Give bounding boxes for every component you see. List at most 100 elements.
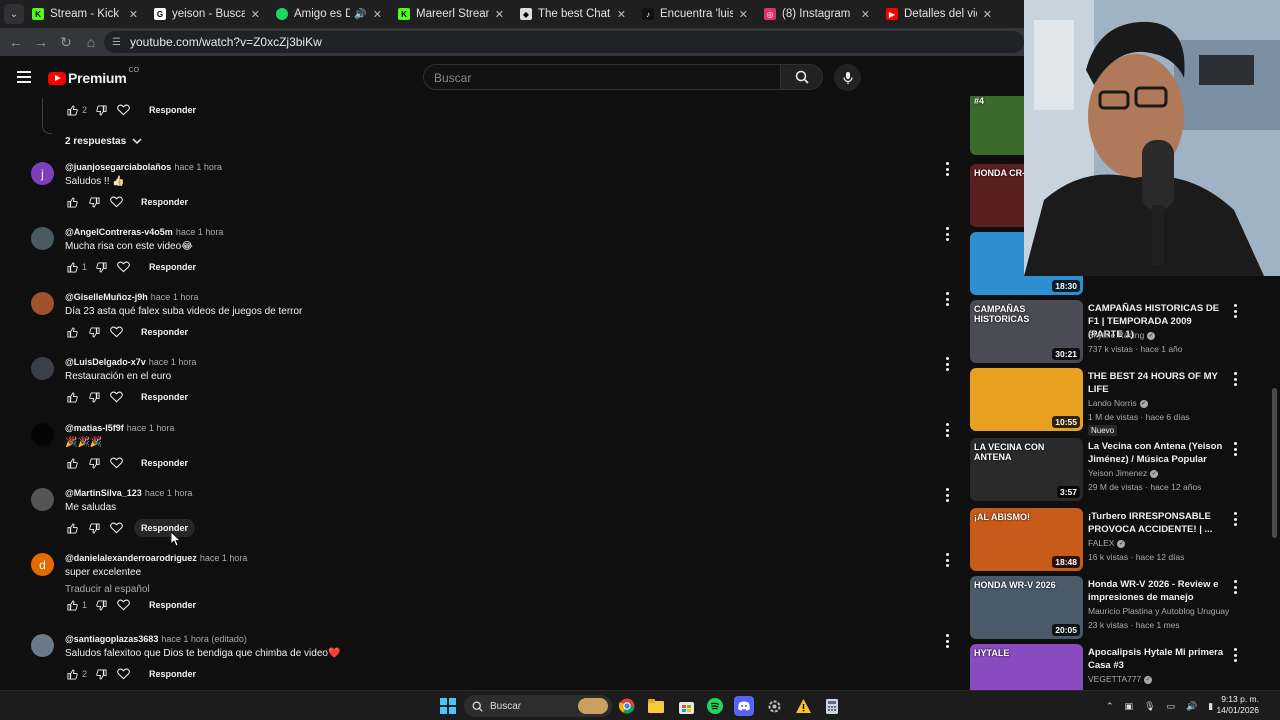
windows-start-icon[interactable]: [438, 696, 458, 716]
comment-time[interactable]: hace 1 hora: [149, 357, 197, 367]
browser-tab[interactable]: Gyeison - Buscar con G ✕: [146, 0, 268, 28]
spotify-icon[interactable]: [705, 696, 725, 716]
comment-time[interactable]: hace 1 hora: [145, 488, 193, 498]
dislike-icon[interactable]: [94, 667, 108, 681]
video-thumbnail[interactable]: HYTALE: [970, 644, 1083, 690]
more-options-icon[interactable]: [944, 553, 950, 567]
recommended-video[interactable]: HONDA WR-V 2026 20:05 Honda WR-V 2026 - Re…: [970, 576, 1260, 640]
avatar[interactable]: [31, 292, 54, 315]
more-options-icon[interactable]: [1232, 372, 1238, 386]
reload-icon[interactable]: ↻: [54, 30, 78, 54]
like-icon[interactable]: [65, 521, 79, 535]
more-options-icon[interactable]: [1232, 648, 1238, 662]
more-options-icon[interactable]: [944, 227, 950, 241]
heart-icon[interactable]: [109, 325, 123, 339]
avatar[interactable]: d: [31, 553, 54, 576]
address-bar[interactable]: ☰ youtube.com/watch?v=Z0xcZj3biKw: [104, 31, 1024, 53]
warning-app-icon[interactable]: [793, 696, 813, 716]
avatar[interactable]: [31, 357, 54, 380]
browser-tab[interactable]: K Stream - Kick Dashbo ✕: [24, 0, 146, 28]
more-options-icon[interactable]: [944, 162, 950, 176]
avatar[interactable]: [31, 227, 54, 250]
calculator-icon[interactable]: [822, 696, 842, 716]
browser-tab[interactable]: ◆ The best ChatBot and ✕: [512, 0, 634, 28]
comment-time[interactable]: hace 1 hora: [127, 423, 175, 433]
video-thumbnail[interactable]: LA VECINA CON ANTENA 3:57: [970, 438, 1083, 501]
browser-tab[interactable]: K Mareerl Stream - Wat ✕: [390, 0, 512, 28]
browser-tab[interactable]: Amigo es Dios y d🔊 ✕: [268, 0, 390, 28]
menu-icon[interactable]: [17, 71, 31, 83]
more-options-icon[interactable]: [944, 634, 950, 648]
site-info-icon[interactable]: ☰: [112, 37, 126, 48]
volume-icon[interactable]: 🔊: [1186, 701, 1197, 712]
tray-mic-icon[interactable]: 🎙: [1144, 701, 1155, 712]
tab-close-icon[interactable]: ✕: [983, 8, 992, 21]
like-icon[interactable]: [65, 325, 79, 339]
heart-icon[interactable]: [116, 667, 130, 681]
recommended-video[interactable]: CAMPAÑAS HISTORICAS 30:21 CAMPAÑAS HISTORI…: [970, 300, 1260, 364]
avatar[interactable]: [31, 634, 54, 657]
video-thumbnail[interactable]: ¡AL ABISMO! 18:48: [970, 508, 1083, 571]
forward-icon[interactable]: →: [29, 30, 53, 54]
tab-close-icon[interactable]: ✕: [373, 8, 382, 21]
recommended-video[interactable]: LA VECINA CON ANTENA 3:57 La Vecina con An…: [970, 438, 1260, 502]
tray-app-icon[interactable]: ▣: [1125, 701, 1134, 712]
more-options-icon[interactable]: [1232, 442, 1238, 456]
browser-tab[interactable]: ▶ Detalles del video - Y ✕: [878, 0, 1000, 28]
video-thumbnail[interactable]: CAMPAÑAS HISTORICAS 30:21: [970, 300, 1083, 363]
settings-icon[interactable]: [764, 696, 784, 716]
comment-time[interactable]: hace 1 hora: [200, 553, 248, 563]
recommended-video[interactable]: ¡AL ABISMO! 18:48 ¡Turbero IRRESPONSABLE P…: [970, 508, 1260, 572]
replies-toggle-button[interactable]: 2 respuestas: [65, 136, 142, 147]
channel-name[interactable]: VEGETTA777 ✓: [1088, 674, 1153, 684]
reply-button[interactable]: Responder: [142, 596, 203, 614]
dislike-icon[interactable]: [87, 325, 101, 339]
like-icon[interactable]: [65, 667, 79, 681]
video-title[interactable]: THE BEST 24 HOURS OF MY LIFE: [1088, 370, 1228, 396]
comment-author[interactable]: @MartinSilva_123: [65, 488, 142, 498]
comment-time[interactable]: hace 1 hora (editado): [161, 634, 247, 644]
channel-name[interactable]: Yeison Jimenez ✓: [1088, 468, 1159, 478]
youtube-logo[interactable]: Premium CO: [48, 67, 139, 86]
search-input[interactable]: Buscar: [423, 64, 781, 90]
video-title[interactable]: Honda WR-V 2026 - Review e impresiones d…: [1088, 578, 1228, 604]
tab-close-icon[interactable]: ✕: [861, 8, 870, 21]
video-title[interactable]: La Vecina con Antena (Yeison Jiménez) / …: [1088, 440, 1228, 466]
dislike-icon[interactable]: [87, 390, 101, 404]
scrollbar-thumb[interactable]: [1272, 388, 1277, 538]
reply-button[interactable]: Responder: [134, 519, 196, 537]
tab-close-icon[interactable]: ✕: [739, 8, 748, 21]
heart-icon[interactable]: [109, 195, 123, 209]
dislike-icon[interactable]: [94, 598, 108, 612]
translate-link[interactable]: Traducir al español: [65, 584, 150, 595]
more-options-icon[interactable]: [944, 488, 950, 502]
dislike-icon[interactable]: [87, 195, 101, 209]
like-icon[interactable]: [65, 390, 79, 404]
comment-author[interactable]: @santiagoplazas3683: [65, 634, 158, 644]
heart-icon[interactable]: [116, 598, 130, 612]
comment-author[interactable]: @GiselleMuñoz-j9h: [65, 292, 148, 302]
dislike-icon[interactable]: [87, 521, 101, 535]
back-icon[interactable]: ←: [4, 30, 28, 54]
dislike-icon[interactable]: [87, 456, 101, 470]
tab-audio-icon[interactable]: 🔊: [354, 9, 366, 20]
more-options-icon[interactable]: [944, 357, 950, 371]
voice-search-button[interactable]: [834, 64, 861, 91]
like-icon[interactable]: [65, 260, 79, 274]
like-icon[interactable]: [65, 103, 79, 117]
browser-tab[interactable]: ♪ Encuentra 'luis albert ✕: [634, 0, 756, 28]
comment-time[interactable]: hace 1 hora: [151, 292, 199, 302]
search-button[interactable]: [781, 64, 823, 90]
more-options-icon[interactable]: [944, 292, 950, 306]
chevron-up-icon[interactable]: ⌃: [1106, 701, 1114, 712]
more-options-icon[interactable]: [1232, 580, 1238, 594]
reply-button[interactable]: Responder: [142, 665, 203, 683]
comment-author[interactable]: @LuisDelgado-x7v: [65, 357, 146, 367]
dislike-icon[interactable]: [94, 260, 108, 274]
avatar[interactable]: [31, 488, 54, 511]
channel-name[interactable]: Mauricio Plastina y Autoblog Uruguay: [1088, 606, 1229, 616]
store-icon[interactable]: [676, 696, 696, 716]
more-options-icon[interactable]: [1232, 304, 1238, 318]
video-title[interactable]: ¡Turbero IRRESPONSABLE PROVOCA ACCIDENTE…: [1088, 510, 1228, 536]
avatar[interactable]: j: [31, 162, 54, 185]
